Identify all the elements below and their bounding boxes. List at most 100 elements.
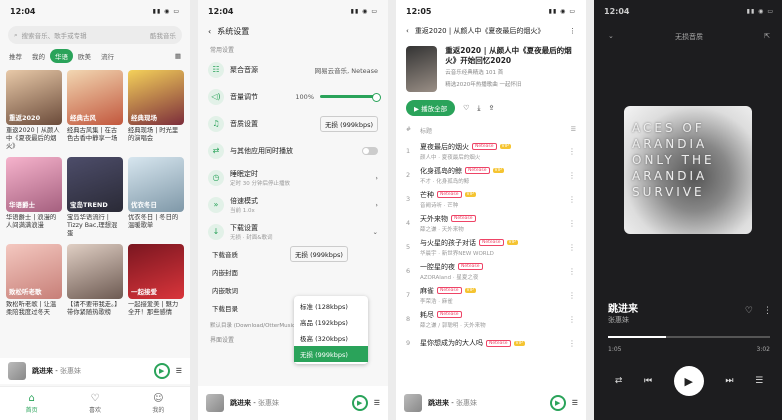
share-icon[interactable]: ⇱	[764, 32, 770, 42]
setting-sub: 当前 1.0x	[230, 207, 255, 214]
track-info: 夏夜最后的烟火 Netease VIP 颜人中 · 夏夜最后的烟火	[420, 142, 568, 161]
nav-label: 我的	[152, 407, 165, 414]
track-row[interactable]: 1 夏夜最后的烟火 Netease VIP 颜人中 · 夏夜最后的烟火 ⋮	[396, 139, 586, 163]
repeat-icon[interactable]: ⇄	[615, 376, 623, 386]
setting-row[interactable]: » 倍速模式 当前 1.0x ›	[198, 191, 388, 218]
quality-option[interactable]: 无损 (999kbps)	[294, 346, 368, 362]
more-icon[interactable]: ⋮	[568, 291, 576, 300]
option-label: 内嵌歌词	[212, 287, 238, 295]
nav-label: 喜欢	[88, 407, 101, 414]
track-row[interactable]: 8 耗尽 Netease 薛之谦 / 郭聪明 · 天外来物 ⋮	[396, 307, 586, 331]
cover-label: 经典古风	[70, 114, 96, 122]
setting-row[interactable]: ◷ 睡眠定时 定时 30 分钟后停止播放 ›	[198, 164, 388, 191]
playlist-caption: 一起接爱美 | 魅力全开！那些感情	[128, 301, 179, 316]
download-icon[interactable]: ⤓	[477, 104, 480, 113]
setting-row[interactable]: ⇄ 与其他应用同时播放	[198, 137, 388, 164]
playlist-card[interactable]: 经典现场 经典现场 | 时光里的演唱会	[128, 70, 184, 151]
more-icon[interactable]: ⋮	[568, 219, 576, 228]
volume-slider[interactable]	[320, 93, 381, 102]
track-row[interactable]: 3 芒种 Netease VIP 音阙诗听 · 芒种 ⋮	[396, 187, 586, 211]
playlist-card[interactable]: 【请不要带我走。】带你紧随热歌榜	[67, 244, 123, 325]
sort-icon[interactable]: ☰	[571, 126, 576, 135]
track-row[interactable]: 6 一腔星的夜 Netease AZORAland · 星夏之夜 ⋮	[396, 259, 586, 283]
quality-select[interactable]: 无损 (999kbps)	[320, 115, 378, 132]
grid-icon[interactable]: ▦	[170, 50, 186, 62]
quality-option[interactable]: 极高 (320kbps)	[294, 330, 368, 346]
more-icon[interactable]: ⋮	[568, 243, 576, 252]
option-label: 下载目录	[212, 305, 238, 313]
tab-category[interactable]: 流行	[96, 49, 119, 63]
setting-row[interactable]: ◁) 音量调节 100%	[198, 83, 388, 110]
play-button[interactable]: ▶	[153, 363, 170, 379]
chevron-down-icon[interactable]: ⌄	[608, 32, 614, 42]
back-icon[interactable]: ‹	[406, 27, 409, 35]
source-selector[interactable]: 酷我音乐	[150, 30, 176, 40]
playlist-card[interactable]: 一起接爱 一起接爱美 | 魅力全开！那些感情	[128, 244, 184, 325]
track-row[interactable]: 5 与火星的孩子对话 Netease VIP 华晨宇 · 新世界NEW WORLD ⋮	[396, 235, 586, 259]
tab-category[interactable]: 我的	[27, 49, 50, 63]
mini-player[interactable]: 跳进来 - 张惠妹 ▶ ☰	[0, 358, 190, 384]
toggle-switch[interactable]	[362, 146, 378, 155]
album-art: ACES OF ARANDIA ONLY THE ARANDIA SURVIVE	[624, 106, 752, 234]
search-bar[interactable]: ⌕ 搜索音乐、歌手或专辑 酷我音乐	[8, 26, 182, 44]
quality-option[interactable]: 标准 (128kbps)	[294, 298, 368, 314]
setting-row[interactable]: ♫ 音质设置 无损 (999kbps)	[198, 110, 388, 137]
playlist-icon[interactable]: ☰	[572, 399, 578, 407]
mini-player[interactable]: 跳进来 - 张惠妹 ▶ ☰	[396, 386, 586, 420]
share-icon[interactable]: ⇪	[488, 104, 494, 112]
play-all-button[interactable]: ▶ 播放全部	[406, 100, 456, 116]
progress-bar[interactable]	[608, 336, 770, 338]
play-button[interactable]: ▶	[351, 395, 368, 411]
track-row[interactable]: 7 麻雀 Netease VIP 李荣浩 · 麻雀 ⋮	[396, 283, 586, 307]
track-info: 芒种 Netease VIP 音阙诗听 · 芒种	[420, 190, 568, 209]
more-icon[interactable]: ⋮	[568, 339, 576, 348]
setting-row[interactable]: ☷ 聚合音源 网易云音乐, Netease	[198, 56, 388, 83]
more-icon[interactable]: ⋮	[569, 27, 576, 35]
more-icon[interactable]: ⋮	[568, 267, 576, 276]
play-button[interactable]: ▶	[549, 395, 566, 411]
status-icons: ▮▮ ◉ ▭	[548, 7, 576, 15]
more-icon[interactable]: ⋮	[568, 315, 576, 324]
more-icon[interactable]: ⋮	[568, 147, 576, 156]
heart-icon[interactable]: ♡	[745, 306, 753, 316]
playlist-icon[interactable]: ☰	[374, 399, 380, 407]
tab-category[interactable]: 欧美	[73, 49, 96, 63]
download-quality-select[interactable]: 无损 (999kbps)	[290, 246, 348, 262]
mini-title: 跳进来	[32, 367, 53, 375]
setting-label: 音量调节	[230, 92, 258, 101]
mini-cover	[8, 362, 26, 380]
source-badge: Netease	[437, 287, 462, 294]
playlist-card[interactable]: 重返2020 重返2020 | 从颜人中《夏夜最后的烟火》	[6, 70, 62, 151]
heart-icon[interactable]: ♡	[463, 104, 469, 112]
download-option-row[interactable]: 下载音质 无损 (999kbps)	[198, 245, 388, 263]
track-artist: AZORAland · 星夏之夜	[420, 274, 479, 281]
back-icon[interactable]: ‹	[208, 27, 211, 36]
track-row[interactable]: 9 星你想成为的大人吗 Netease VIP ⋮	[396, 331, 586, 355]
more-icon[interactable]: ⋮	[568, 195, 576, 204]
playlist-card[interactable]: 宝岛TREND 宝岛华语流行 | Tizzy Bac,理想混蛋	[67, 157, 123, 238]
playlist-icon[interactable]: ☰	[755, 376, 763, 386]
download-option-row[interactable]: 内嵌封面	[198, 263, 388, 281]
playlist-icon[interactable]: ☰	[176, 367, 182, 375]
tab-category[interactable]: 推荐	[4, 49, 27, 63]
previous-icon[interactable]: ⏮	[644, 376, 652, 386]
mini-player[interactable]: 跳进来 - 张惠妹 ▶ ☰	[198, 386, 388, 420]
next-icon[interactable]: ⏭	[725, 376, 733, 386]
quality-option[interactable]: 高品 (192kbps)	[294, 314, 368, 330]
nav-home[interactable]: ⌂ 首页	[26, 393, 38, 414]
playlist-card[interactable]: 华语爵士 华语爵士 | 浪漫的人间满满浪漫	[6, 157, 62, 238]
search-input[interactable]: 搜索音乐、歌手或专辑	[22, 30, 146, 40]
track-row[interactable]: 4 天外来物 Netease 薛之谦 · 天外来物 ⋮	[396, 211, 586, 235]
playlist-card[interactable]: 优衣冬日 优衣冬日 | 冬日的温暖歌单	[128, 157, 184, 238]
nav-favorites[interactable]: ♡ 喜欢	[89, 393, 101, 414]
playlist-card[interactable]: 致松听老歌 致松听老歌 | 让温柔陪我度过冬天	[6, 244, 62, 325]
nav-profile[interactable]: ☺ 我的	[152, 393, 164, 414]
play-button[interactable]: ▶	[673, 366, 704, 396]
tab-category[interactable]: 华语	[50, 49, 73, 63]
more-icon[interactable]: ⋮	[763, 306, 772, 316]
more-icon[interactable]: ⋮	[568, 171, 576, 180]
setting-text: 倍速模式 当前 1.0x	[230, 196, 369, 214]
track-row[interactable]: 2 化身孤岛的鲸 Netease VIP 不才 · 化身孤岛的鲸 ⋮	[396, 163, 586, 187]
setting-row[interactable]: ↓ 下载设置 无损 · 封面&歌词 ⌄	[198, 218, 388, 245]
playlist-card[interactable]: 经典古风 经典古风集 | 在古色古香中静享一场	[67, 70, 123, 151]
